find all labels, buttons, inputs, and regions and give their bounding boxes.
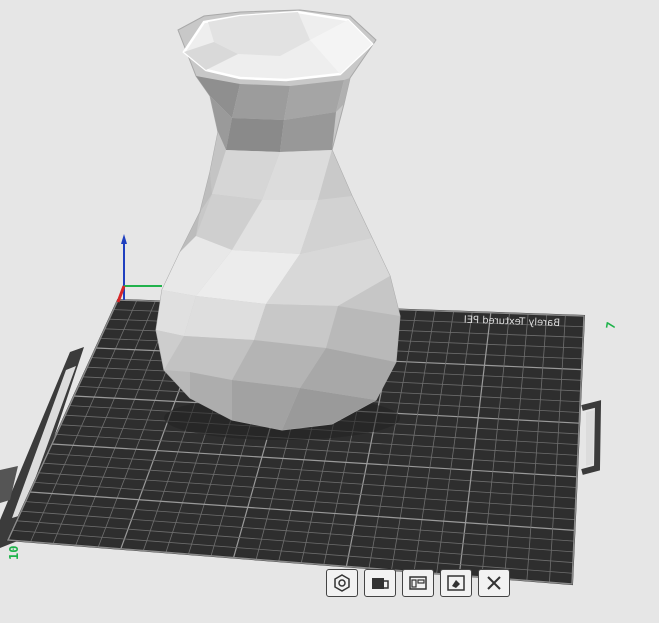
paint-bucket-icon[interactable] <box>440 569 472 597</box>
close-icon[interactable] <box>478 569 510 597</box>
axes-gizmo <box>116 234 162 303</box>
camera-icon[interactable] <box>364 569 396 597</box>
3d-viewport[interactable]: Barely Textured PEI 7 10 <box>0 0 659 623</box>
vase-model[interactable] <box>155 9 401 431</box>
plate-handle <box>581 400 602 475</box>
arrange-icon[interactable] <box>402 569 434 597</box>
edge-number-left: 10 <box>7 546 21 560</box>
edge-number-right: 7 <box>603 321 618 331</box>
viewport-toolbar <box>326 569 510 597</box>
hexagon-icon[interactable] <box>326 569 358 597</box>
scene-canvas[interactable]: Barely Textured PEI 7 10 <box>0 0 659 623</box>
